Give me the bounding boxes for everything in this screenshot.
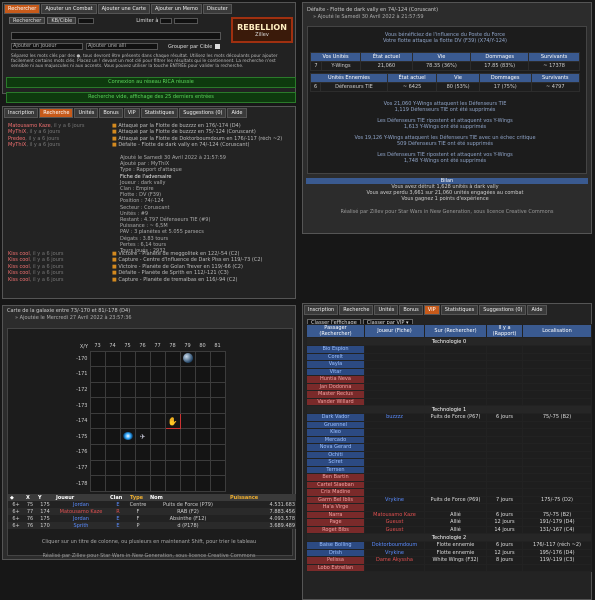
kb-input[interactable] — [78, 17, 95, 24]
tab-aide[interactable]: Aide — [227, 108, 247, 118]
tab-unites[interactable]: Unités — [74, 108, 99, 118]
galaxy-map: X/Y 73 74 75 76 77 78 79 80 81 -170 -171 -172 -17… — [76, 342, 226, 492]
tab-vip[interactable]: VIP — [123, 108, 140, 118]
tab-add-map[interactable]: Ajouter une Carte — [97, 4, 150, 14]
table-row[interactable]: 6+ 76 170 Sprith E Pd (P178) 3.689.489 — [8, 522, 296, 529]
tab-discuss[interactable]: Discuter — [202, 4, 232, 14]
limit-input[interactable] — [160, 17, 173, 24]
activity-log-2: Kiss cool, il y a 6 joursVictoire - Plan… — [8, 251, 298, 283]
search-scope-button[interactable]: Rechercher — [9, 17, 46, 24]
combat-events: Vos 21,060 Y-Wings attaquent les Défense… — [354, 101, 536, 164]
planet-icon[interactable] — [179, 350, 196, 368]
tab-statistiques[interactable]: Statistiques — [440, 305, 479, 315]
player-select[interactable]: Ajouter un joueur — [11, 43, 83, 50]
table-row[interactable]: 6+ 75 175 Jordan E Centre Puits de Force (P79)… — [8, 501, 296, 508]
map-title: Carte de la galaxie entre 73/-170 et 81/… — [7, 308, 131, 314]
force-well-icon[interactable] — [119, 428, 136, 446]
table-row[interactable]: 6+ 77 174 Matousamo Kaze R F RAB (F2) 7.883.456 — [8, 508, 296, 515]
bilan-lines: Vous avez détruit 1,628 unités à dark va… — [366, 184, 524, 202]
tab-bonus[interactable]: Bonus — [99, 108, 123, 118]
activity-log: Matousamo Kaze, il y a 6 joursAttaqué pa… — [8, 123, 298, 149]
tab-unites[interactable]: Unités — [374, 305, 399, 315]
tab-recherche[interactable]: Recherche — [339, 305, 374, 315]
top-nav: Rechercher Ajouter un Combat Ajouter une… — [3, 3, 295, 15]
status-empty-search: Recherche vide, affichage des 25 dernier… — [6, 92, 296, 103]
log-row[interactable]: MyThiX, il y a 6 joursDéfaite - Flotte d… — [8, 142, 298, 148]
tab-rechercher[interactable]: Rechercher — [4, 4, 41, 14]
tab-inscription[interactable]: Inscription — [4, 108, 39, 118]
report-title: Défaite - Flotte de dark vally en 74/-12… — [307, 7, 439, 13]
tab-suggestions[interactable]: Suggestions (0) — [179, 108, 227, 118]
tab-inscription[interactable]: Inscription — [304, 305, 339, 315]
ship-icon[interactable]: ✈ — [134, 428, 151, 446]
tab-add-memo[interactable]: Ajouter un Memo — [150, 4, 202, 14]
limit-label: Limiter à — [136, 17, 159, 24]
alliance-select[interactable]: Ajouter une alli — [86, 43, 158, 50]
report-added: » Ajouté le Samedi 30 Avril 2022 à 21:57… — [313, 14, 424, 20]
group-checkbox[interactable] — [215, 44, 221, 49]
own-units-table: Vos Unités État actuel Vie Dommages Survivan… — [309, 52, 580, 71]
enemy-units-table: Unités Ennemies État actuel Vie Dommages Sur… — [309, 73, 581, 92]
tab-statistiques[interactable]: Statistiques — [140, 108, 179, 118]
kb-target-button[interactable]: KB/Cible — [47, 17, 77, 24]
tab-vip[interactable]: VIP — [423, 305, 440, 315]
col-sort[interactable]: ◆ — [8, 494, 24, 501]
left-tabs: Inscription Recherche Unités Bonus VIP S… — [3, 107, 295, 119]
report-footer: Réalisé par Zillev pour Star Wars in New… — [340, 209, 554, 215]
vip-table: Passager (Rechercher) Joueur (Fiche) Sur (… — [306, 324, 592, 572]
table-row[interactable]: 6+ 76 175 Jordan E F Absinthe (F12) 4.093.578 — [8, 515, 296, 522]
tab-bonus[interactable]: Bonus — [399, 305, 423, 315]
tab-suggestions[interactable]: Suggestions (0) — [479, 305, 527, 315]
map-footer: Réalisé par Zillev pour Star Wars in New… — [42, 553, 256, 559]
report-intro: Vous bénéficiez de l'influence du Poste … — [382, 32, 508, 44]
map-objects-table: ◆ X Y Joueur Clan Type Nom Puissance 6+ 7… — [8, 494, 296, 529]
status-connection: Connexion au réseau RICA réussie — [6, 77, 296, 88]
search-input[interactable] — [11, 32, 221, 40]
tab-aide[interactable]: Aide — [527, 305, 547, 315]
map-added: » Ajoutée le Mercredi 27 Avril 2022 à 23… — [15, 315, 132, 321]
sort-hint: Cliquer sur un titre de colonne, ou plus… — [41, 539, 257, 545]
rebellion-logo: REBELLION Zillev — [231, 17, 293, 43]
search-help: Séparez les mots clés par des ●, tous de… — [11, 54, 278, 69]
tab-recherche[interactable]: Recherche — [39, 108, 74, 118]
report-detail: Ajouté le Samedi 30 Avril 2022 à 21:57:5… — [120, 155, 226, 255]
tab-add-combat[interactable]: Ajouter un Combat — [41, 4, 97, 14]
vip-tabs: Inscription Recherche Unités Bonus VIP S… — [303, 304, 591, 316]
limit-select[interactable] — [174, 17, 199, 24]
log-row[interactable]: Kiss cool, il y a 6 joursCapture - Planè… — [8, 277, 298, 283]
group-label: Grouper par Cible — [168, 43, 213, 50]
fleet-marker-icon[interactable]: ✋ — [164, 412, 181, 430]
